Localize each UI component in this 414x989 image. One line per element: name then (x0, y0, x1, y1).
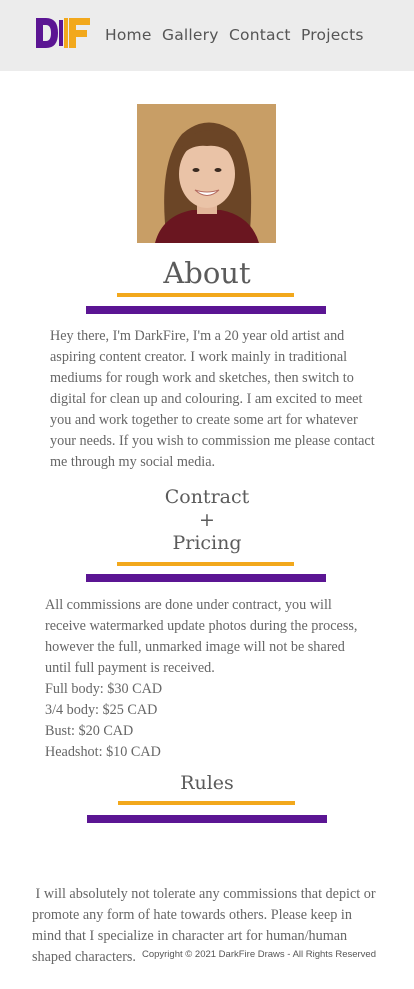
nav-contact[interactable]: Contact (229, 26, 291, 44)
price-bust: Bust: $20 CAD (45, 723, 134, 739)
contract-heading: Contract + Pricing (0, 486, 414, 555)
about-purple-divider (86, 306, 326, 314)
navbar: Home Gallery Contact Projects (0, 0, 414, 71)
df-logo[interactable] (34, 16, 92, 50)
nav-gallery[interactable]: Gallery (162, 26, 219, 44)
about-text: Hey there, I'm DarkFire, I'm a 20 year o… (50, 328, 375, 470)
rules-gold-divider (118, 801, 295, 805)
contract-text: All commissions are done under contract,… (45, 595, 365, 763)
nav-projects[interactable]: Projects (301, 26, 364, 44)
rules-heading: Rules (180, 772, 234, 794)
about-heading: About (163, 256, 251, 290)
nav-home[interactable]: Home (105, 26, 152, 44)
profile-photo (137, 104, 276, 243)
rules-purple-divider (87, 815, 327, 823)
contract-heading-line2: + (199, 509, 215, 531)
about-gold-divider (117, 293, 294, 297)
rules-text: I will absolutely not tolerate any commi… (32, 886, 380, 965)
price-full-body: Full body: $30 CAD (45, 681, 163, 697)
contract-purple-divider (86, 574, 326, 582)
contract-gold-divider (117, 562, 294, 566)
price-three-quarter-body: 3/4 body: $25 CAD (45, 702, 158, 718)
contract-heading-line3: Pricing (172, 532, 242, 554)
copyright-footer: Copyright © 2021 DarkFire Draws - All Ri… (141, 949, 376, 960)
contract-heading-line1: Contract (164, 486, 250, 508)
price-headshot: Headshot: $10 CAD (45, 744, 161, 760)
